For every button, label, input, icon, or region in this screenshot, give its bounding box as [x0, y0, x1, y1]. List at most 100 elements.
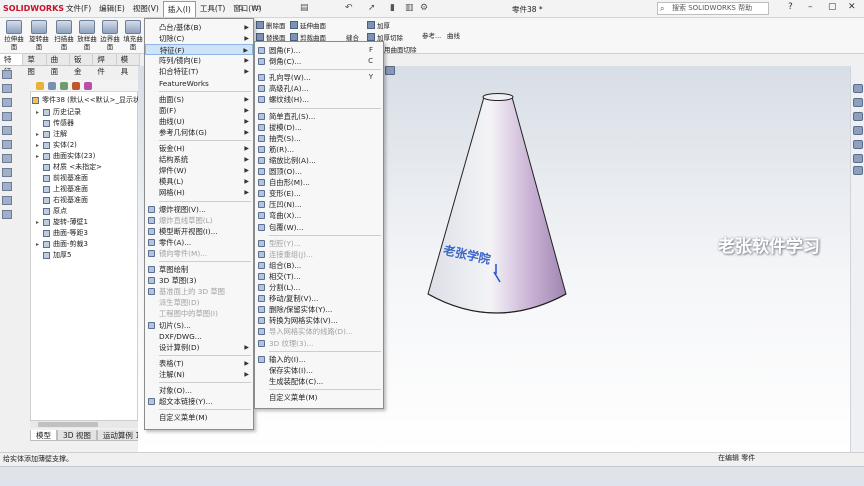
feature_menu-item-1[interactable]: 倒角(C)... C — [255, 56, 383, 67]
insert_menu-item-37[interactable]: 超文本链接(Y)... — [145, 396, 253, 407]
insert_menu-item-8[interactable]: 面(F) ▶ — [145, 105, 253, 116]
feature_menu-item-0[interactable]: 圆角(F)... F — [255, 45, 383, 56]
tree-item-surface-offset[interactable]: 曲面-等距3 — [36, 228, 88, 238]
feature_menu-item-24[interactable]: 移动/复制(V)... — [255, 293, 383, 304]
insert_menu-item-7[interactable]: 曲面(S) ▶ — [145, 94, 253, 105]
feature_menu-item-17[interactable]: 包覆(W)... — [255, 222, 383, 233]
tab-model[interactable]: 模型 — [30, 430, 57, 441]
insert_menu-item-3[interactable]: 阵列/镜向(E) ▶ — [145, 55, 253, 66]
tree-horizontal-scrollbar[interactable] — [30, 420, 138, 428]
insert_menu-item-14[interactable]: 焊件(W) ▶ — [145, 165, 253, 176]
feature_menu-item-30[interactable]: 输入的(I)... — [255, 354, 383, 365]
tab-features[interactable]: 特征 — [0, 54, 24, 76]
tree-item-sensors[interactable]: 传感器 — [36, 118, 74, 128]
insert_menu-item-31[interactable]: 设计算例(D) ▶ — [145, 342, 253, 353]
design-library-icon[interactable] — [853, 98, 863, 107]
lofted-surface-button[interactable]: 放样曲面 — [75, 20, 99, 51]
feature_menu-item-12[interactable]: 圆顶(O)... — [255, 166, 383, 177]
feature_menu-item-25[interactable]: 删除/保留实体(Y)... — [255, 304, 383, 315]
menu-tools[interactable]: 工具(T) — [196, 1, 229, 17]
tree-item-material[interactable]: 材质 <未指定> — [36, 162, 102, 172]
insert_menu-item-36[interactable]: 对象(O)... — [145, 385, 253, 396]
feature_menu-item-7[interactable]: 简单直孔(S)... — [255, 111, 383, 122]
tab-mold[interactable]: 模具 — [117, 54, 140, 76]
boundary-surface-button[interactable]: 边界曲面 — [98, 20, 122, 51]
insert_menu-item-21[interactable]: 零件(A)... — [145, 237, 253, 248]
circle-tool-icon[interactable] — [2, 112, 12, 121]
mirror-tool-icon[interactable] — [2, 182, 12, 191]
tree-item-front-plane[interactable]: 前视基准面 — [36, 173, 88, 183]
point-tool-icon[interactable] — [2, 154, 12, 163]
home-icon[interactable]: ⌂ — [238, 3, 244, 13]
insert_menu-item-9[interactable]: 曲线(U) ▶ — [145, 116, 253, 127]
feature_menu-item-21[interactable]: 组合(B)... — [255, 260, 383, 271]
tree-item-top-plane[interactable]: 上视基准面 — [36, 184, 88, 194]
rectangle-tool-icon[interactable] — [2, 98, 12, 107]
insert_menu-item-33[interactable]: 表格(T) ▶ — [145, 358, 253, 369]
insert_menu-item-4[interactable]: 扣合特征(T) ▶ — [145, 66, 253, 77]
dimension-tool-icon[interactable] — [2, 210, 12, 219]
feature_menu-item-14[interactable]: 变形(E)... — [255, 188, 383, 199]
insert_menu-item-39[interactable]: 自定义菜单(M) — [145, 412, 253, 423]
help-icon[interactable]: ? — [788, 2, 793, 12]
menu-view[interactable]: 视图(V) — [129, 1, 163, 17]
reference-geometry-button[interactable]: 参考... — [422, 30, 441, 40]
feature_menu-item-16[interactable]: 弯曲(X)... — [255, 210, 383, 221]
tree-item-surface-bodies[interactable]: ▸ 曲面实体(23) — [36, 151, 95, 161]
swept-surface-button[interactable]: 扫描曲面 — [52, 20, 76, 51]
feature_menu-item-3[interactable]: 孔向导(W)... Y — [255, 72, 383, 83]
insert_menu-item-13[interactable]: 结构系统 ▶ — [145, 154, 253, 165]
menu-insert[interactable]: 插入(I) — [162, 0, 196, 17]
traffic-light-icon[interactable]: ▮ — [390, 3, 395, 13]
insert_menu-item-16[interactable]: 网格(H) ▶ — [145, 187, 253, 198]
feature_menu-item-9[interactable]: 抽壳(S)... — [255, 133, 383, 144]
insert_menu-item-34[interactable]: 注解(N) ▶ — [145, 369, 253, 380]
surface-cut-button[interactable]: 用曲面切除 — [384, 44, 417, 54]
line-tool-icon[interactable] — [2, 84, 12, 93]
thicken-button[interactable]: 加厚 — [367, 20, 390, 30]
tab-sketch[interactable]: 草图 — [23, 54, 47, 76]
insert_menu-item-29[interactable]: 切片(S)... — [145, 320, 253, 331]
tree-item-solid-bodies[interactable]: ▸ 实体(2) — [36, 140, 77, 150]
scroll-thumb[interactable] — [38, 422, 98, 427]
feature_menu-item-13[interactable]: 自由形(M)... — [255, 177, 383, 188]
feature_menu-item-8[interactable]: 拔模(D)... — [255, 122, 383, 133]
view-palette-icon[interactable] — [853, 126, 863, 135]
insert_menu-item-1[interactable]: 切除(C) ▶ — [145, 33, 253, 44]
feature_menu-item-11[interactable]: 缩放比例(A)... — [255, 155, 383, 166]
feature_menu-item-31[interactable]: 保存实体(I)... — [255, 365, 383, 376]
print-icon[interactable]: ▤ — [300, 3, 309, 13]
feature-manager-icon[interactable] — [36, 81, 44, 90]
extend-surface-button[interactable]: 延伸曲面 — [290, 20, 326, 30]
tree-item-thicken[interactable]: 加厚5 — [36, 250, 71, 260]
insert_menu-item-30[interactable]: DXF/DWG... — [145, 331, 253, 342]
solidworks-resources-icon[interactable] — [853, 84, 863, 93]
tree-item-revolve-thin[interactable]: ▸ 旋转-薄壁1 — [36, 217, 88, 227]
feature_menu-item-26[interactable]: 转换为网格实体(V)... — [255, 315, 383, 326]
display-manager-icon[interactable] — [84, 81, 92, 90]
solidworks-forum-icon[interactable] — [853, 166, 863, 175]
file-explorer-icon[interactable] — [853, 112, 863, 121]
menu-file[interactable]: 文件(F) — [62, 1, 95, 17]
custom-properties-icon[interactable] — [853, 154, 863, 163]
spline-tool-icon[interactable] — [2, 140, 12, 149]
property-manager-icon[interactable] — [48, 81, 56, 90]
sketch-tool-icon[interactable] — [2, 70, 12, 79]
rebuild-icon[interactable]: ▥ — [405, 3, 414, 13]
undo-icon[interactable]: ↶ — [345, 3, 353, 13]
curves-button[interactable]: 曲线 — [447, 30, 460, 40]
dim-expert-icon[interactable] — [72, 81, 80, 90]
menu-edit[interactable]: 编辑(E) — [95, 1, 129, 17]
insert_menu-item-18[interactable]: 爆炸视图(V)... — [145, 204, 253, 215]
feature_menu-item-23[interactable]: 分割(L)... — [255, 282, 383, 293]
tab-surfaces[interactable]: 曲面 — [47, 54, 70, 76]
insert_menu-item-10[interactable]: 参考几何体(G) ▶ — [145, 127, 253, 138]
revolved-surface-button[interactable]: 旋转曲面 — [27, 20, 51, 51]
appearances-icon[interactable] — [853, 140, 863, 149]
new-document-icon[interactable]: ▭ — [252, 3, 261, 13]
trim-tool-icon[interactable] — [2, 168, 12, 177]
tree-item-right-plane[interactable]: 右视基准面 — [36, 195, 88, 205]
feature_menu-item-5[interactable]: 螺纹线(H)... — [255, 94, 383, 105]
feature_menu-item-4[interactable]: 高级孔(A)... — [255, 83, 383, 94]
tab-sheet-metal[interactable]: 钣金 — [70, 54, 94, 76]
